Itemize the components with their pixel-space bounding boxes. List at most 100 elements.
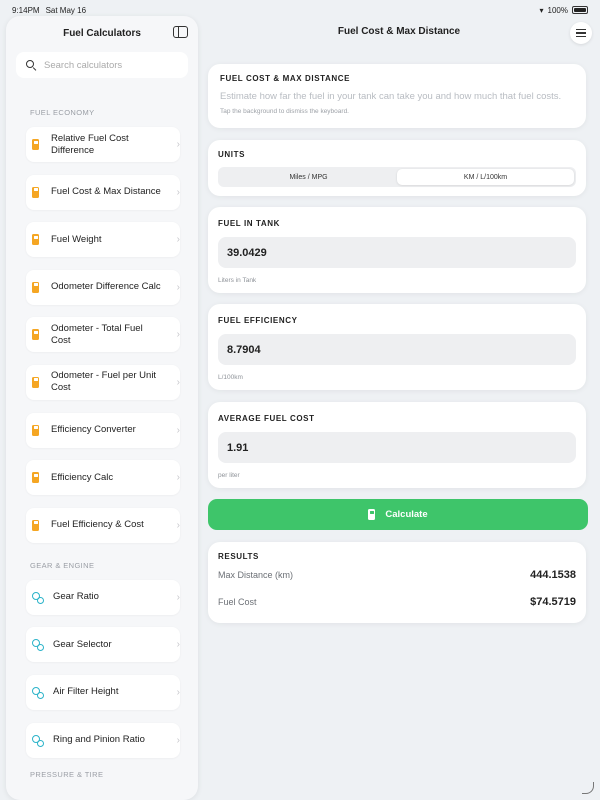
section-label-gear-engine: GEAR & ENGINE	[30, 560, 95, 570]
sidebar-item-label: Fuel Efficiency & Cost	[51, 519, 144, 531]
intro-description: Estimate how far the fuel in your tank c…	[220, 91, 562, 102]
fuel-pump-icon	[32, 186, 41, 198]
intro-title: FUEL COST & MAX DISTANCE	[220, 74, 351, 83]
fuel-pump-icon	[32, 376, 41, 388]
sidebar-item-odometer-total-fuel-cost[interactable]: Odometer - Total Fuel Cost ›	[26, 317, 180, 353]
sidebar-item-label: Efficiency Converter	[51, 424, 136, 436]
gears-icon	[32, 686, 44, 699]
results-card: RESULTS Max Distance (km) 444.1538 Fuel …	[208, 542, 586, 623]
chevron-right-icon: ›	[176, 472, 180, 484]
fuel-efficiency-card: FUEL EFFICIENCY 8.7904 L/100km	[208, 304, 586, 390]
search-icon	[26, 60, 36, 70]
average-fuel-cost-card: AVERAGE FUEL COST 1.91 per liter	[208, 402, 586, 488]
calculate-label: Calculate	[385, 509, 428, 520]
fuel-efficiency-title: FUEL EFFICIENCY	[218, 316, 298, 325]
chevron-right-icon: ›	[176, 591, 180, 603]
status-time: 9:14PM	[12, 5, 40, 15]
sidebar-item-label: Efficiency Calc	[51, 471, 114, 483]
chevron-right-icon: ›	[176, 424, 180, 436]
average-fuel-cost-input[interactable]: 1.91	[218, 432, 576, 463]
sidebar-item-fuel-efficiency-cost[interactable]: Fuel Efficiency & Cost ›	[26, 507, 180, 543]
gears-icon	[32, 734, 44, 747]
sidebar-item-label: Fuel Cost & Max Distance	[51, 186, 161, 198]
main-content: Fuel Cost & Max Distance FUEL COST & MAX…	[198, 16, 600, 800]
page-title: Fuel Cost & Max Distance	[337, 26, 461, 37]
sidebar-item-label: Odometer - Total Fuel Cost	[51, 322, 143, 346]
sidebar-item-label: Odometer - Fuel per Unit Cost	[51, 370, 157, 394]
intro-hint: Tap the background to dismiss the keyboa…	[220, 108, 349, 115]
calculate-button[interactable]: Calculate	[208, 499, 588, 530]
fuel-efficiency-input[interactable]: 8.7904	[218, 334, 576, 365]
sidebar-item-odometer-difference[interactable]: Odometer Difference Calc ›	[26, 269, 180, 305]
fuel-pump-icon	[32, 519, 41, 531]
fuel-in-tank-input[interactable]: 39.0429	[218, 237, 576, 268]
resize-corner-icon	[582, 782, 594, 794]
chevron-right-icon: ›	[176, 639, 180, 651]
sidebar-item-gear-selector[interactable]: Gear Selector ›	[26, 627, 180, 663]
intro-card: FUEL COST & MAX DISTANCE Estimate how fa…	[208, 64, 586, 128]
sidebar-item-label: Ring and Pinion Ratio	[53, 734, 145, 746]
wifi-icon: ▾	[539, 5, 544, 15]
result-label: Max Distance (km)	[218, 570, 294, 580]
average-fuel-cost-unit: per liter	[218, 472, 240, 479]
search-placeholder: Search calculators	[44, 59, 123, 71]
fuel-efficiency-unit: L/100km	[218, 374, 243, 381]
sidebar-item-label: Odometer Difference Calc	[51, 281, 161, 293]
gears-icon	[32, 591, 44, 604]
units-option-km[interactable]: KM / L/100km	[397, 169, 574, 185]
result-row-max-distance: Max Distance (km) 444.1538	[218, 569, 576, 581]
chevron-right-icon: ›	[176, 139, 180, 150]
sidebar-item-air-filter-height[interactable]: Air Filter Height ›	[26, 674, 180, 710]
units-option-miles[interactable]: Miles / MPG	[220, 169, 397, 185]
sidebar-item-label: Fuel Weight	[51, 233, 102, 245]
average-fuel-cost-title: AVERAGE FUEL COST	[218, 414, 315, 423]
chevron-right-icon: ›	[176, 734, 180, 746]
sidebar-item-label: Relative Fuel Cost Difference	[51, 132, 129, 156]
sidebar-title: Fuel Calculators	[63, 27, 141, 39]
sidebar-item-efficiency-calc[interactable]: Efficiency Calc ›	[26, 460, 180, 496]
fuel-pump-icon	[32, 424, 41, 436]
fuel-pump-icon	[32, 472, 41, 484]
sidebar-item-label: Air Filter Height	[53, 686, 119, 698]
section-label-pressure-tire: PRESSURE & TIRE	[30, 770, 104, 780]
fuel-pump-icon	[368, 509, 377, 520]
sidebar-item-label: Gear Ratio	[53, 591, 99, 603]
battery-percent: 100%	[547, 5, 568, 15]
fuel-in-tank-title: FUEL IN TANK	[218, 219, 281, 228]
sidebar: Fuel Calculators Search calculators FUEL…	[6, 16, 198, 800]
chevron-right-icon: ›	[176, 376, 180, 388]
sidebar-item-odometer-fuel-per-unit-cost[interactable]: Odometer - Fuel per Unit Cost ›	[26, 364, 180, 400]
units-card: UNITS Miles / MPG KM / L/100km	[208, 140, 586, 196]
sidebar-header: Fuel Calculators	[6, 16, 198, 50]
sidebar-item-ring-pinion-ratio[interactable]: Ring and Pinion Ratio ›	[26, 722, 180, 758]
chevron-right-icon: ›	[176, 519, 180, 531]
chevron-right-icon: ›	[176, 281, 180, 293]
chevron-right-icon: ›	[176, 686, 180, 698]
fuel-economy-list: Relative Fuel Cost Difference › Fuel Cos…	[6, 127, 198, 543]
result-value: $74.5719	[530, 596, 576, 608]
search-input[interactable]: Search calculators	[16, 52, 188, 78]
battery-icon	[572, 6, 588, 14]
result-label: Fuel Cost	[218, 597, 257, 607]
menu-button[interactable]	[570, 22, 592, 44]
sidebar-item-relative-fuel-cost[interactable]: Relative Fuel Cost Difference ›	[26, 127, 180, 162]
sidebar-toggle-icon[interactable]	[173, 26, 188, 38]
status-bar: 9:14PM Sat May 16 ▾ 100%	[0, 0, 600, 20]
chevron-right-icon: ›	[176, 186, 180, 198]
result-row-fuel-cost: Fuel Cost $74.5719	[218, 596, 576, 608]
gear-engine-list: Gear Ratio › Gear Selector › Air Filter …	[6, 579, 198, 758]
section-label-fuel-economy: FUEL ECONOMY	[30, 108, 95, 117]
fuel-pump-icon	[32, 281, 41, 293]
sidebar-item-label: Gear Selector	[53, 638, 112, 650]
gears-icon	[32, 639, 44, 652]
units-segmented-control: Miles / MPG KM / L/100km	[218, 167, 576, 187]
fuel-in-tank-card: FUEL IN TANK 39.0429 Liters in Tank	[208, 207, 586, 293]
chevron-right-icon: ›	[176, 329, 180, 341]
sidebar-item-efficiency-converter[interactable]: Efficiency Converter ›	[26, 412, 180, 448]
fuel-pump-icon	[32, 329, 41, 341]
sidebar-item-fuel-cost-max-distance[interactable]: Fuel Cost & Max Distance ›	[26, 174, 180, 210]
fuel-pump-icon	[32, 234, 41, 246]
result-value: 444.1538	[530, 569, 576, 581]
sidebar-item-fuel-weight[interactable]: Fuel Weight ›	[26, 222, 180, 258]
sidebar-item-gear-ratio[interactable]: Gear Ratio ›	[26, 579, 180, 615]
